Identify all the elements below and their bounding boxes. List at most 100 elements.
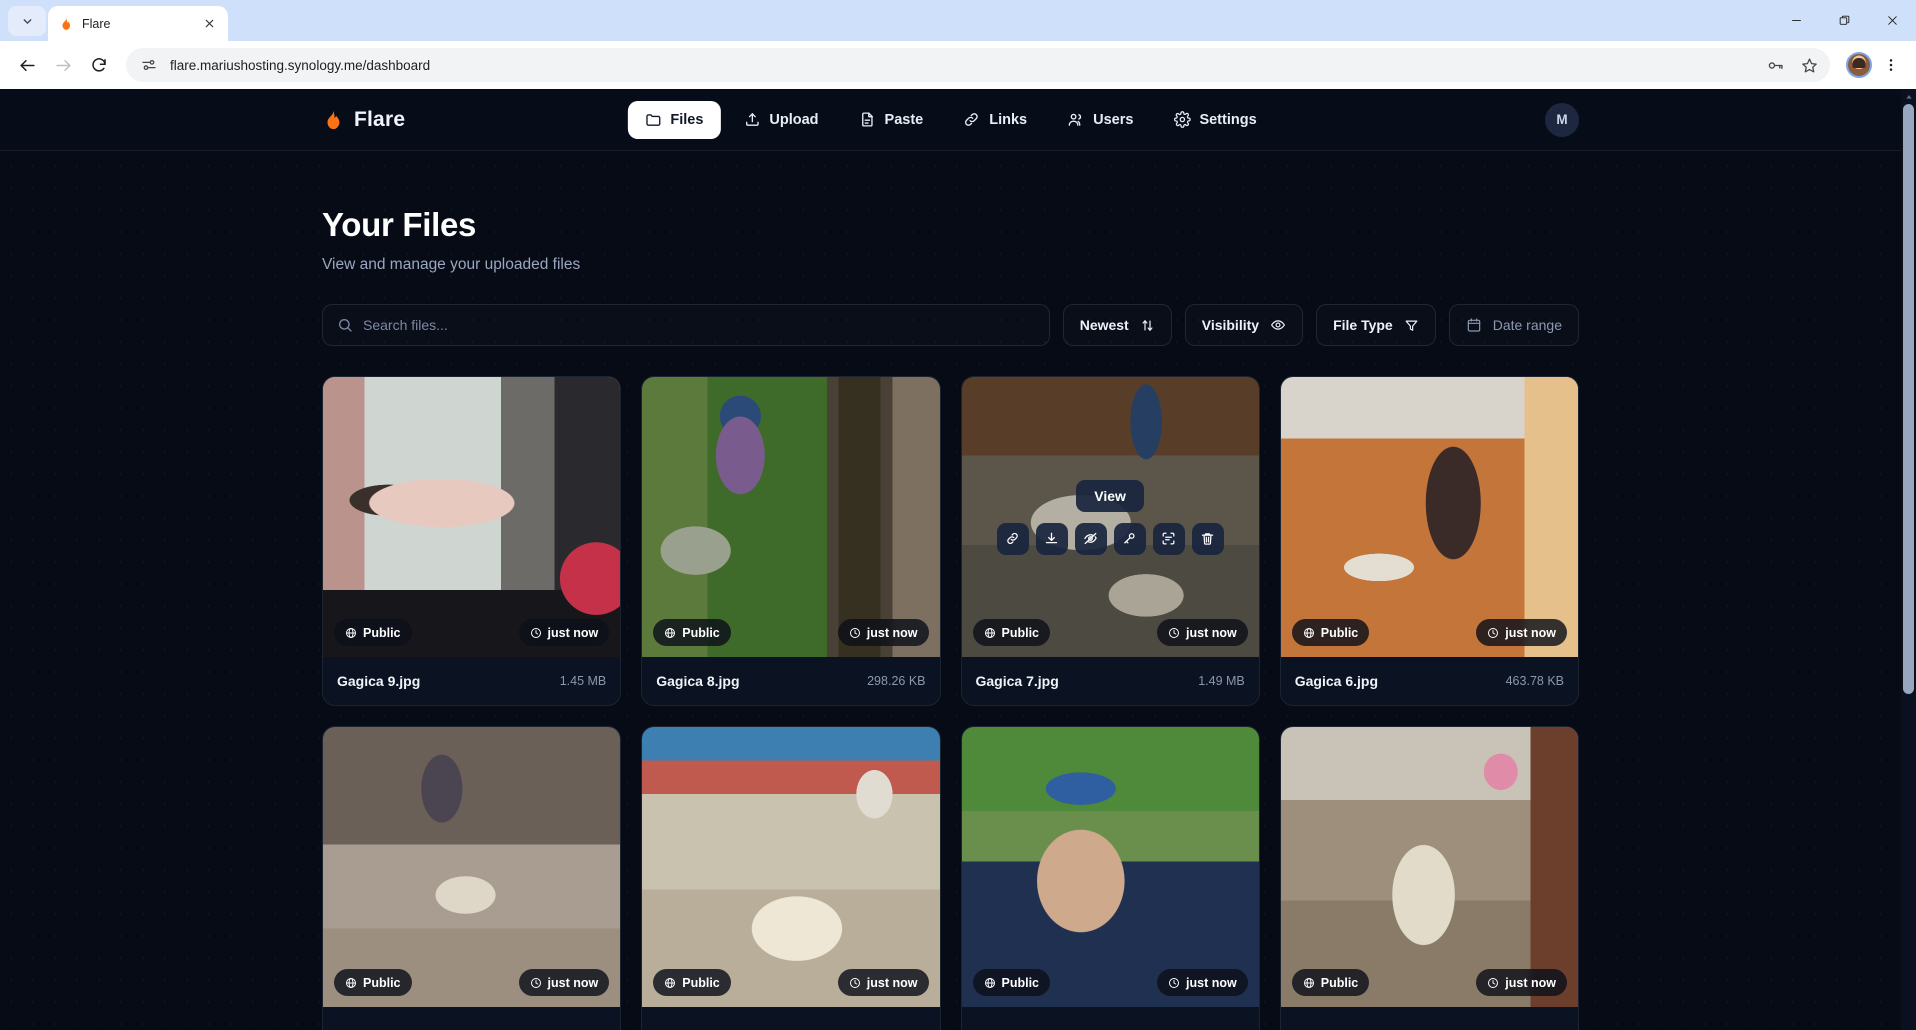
brand-name: Flare bbox=[354, 107, 406, 131]
nav-label-upload: Upload bbox=[769, 111, 819, 128]
time-badge: just now bbox=[518, 969, 610, 996]
file-card[interactable]: Public just now bbox=[322, 726, 622, 1030]
file-thumbnail[interactable]: Public just now bbox=[1280, 727, 1578, 1007]
time-text: just now bbox=[1186, 975, 1237, 990]
tab-title: Flare bbox=[82, 16, 111, 31]
file-thumbnail[interactable]: Public just now bbox=[642, 727, 940, 1007]
time-text: just now bbox=[1186, 625, 1237, 640]
sort-newest-button[interactable]: Newest bbox=[1062, 304, 1172, 346]
nav-item-paste[interactable]: Paste bbox=[842, 101, 941, 139]
file-card[interactable]: Public just now Gagica 9.jpg 1.45 MB bbox=[322, 376, 622, 706]
file-meta: Gagica 8.jpg 298.26 KB bbox=[642, 657, 939, 705]
nav-item-links[interactable]: Links bbox=[946, 101, 1044, 139]
file-type-label: File Type bbox=[1333, 317, 1393, 333]
window-minimize-button[interactable] bbox=[1772, 0, 1820, 41]
search-field[interactable] bbox=[322, 304, 1050, 346]
file-thumbnail[interactable]: Public just now bbox=[323, 377, 621, 657]
trash-icon[interactable] bbox=[1191, 522, 1224, 555]
time-badge: just now bbox=[1476, 619, 1567, 646]
file-card[interactable]: Public just now bbox=[1279, 726, 1579, 1030]
file-type-filter-button[interactable]: File Type bbox=[1316, 304, 1436, 346]
page-viewport: Flare Files Upload Paste Links Users Set… bbox=[0, 89, 1916, 1030]
visibility-badge: Public bbox=[653, 969, 731, 996]
globe-icon bbox=[664, 627, 676, 639]
back-arrow-icon[interactable] bbox=[10, 48, 44, 82]
thumbnail-overlay bbox=[1280, 377, 1578, 657]
visibility-filter-button[interactable]: Visibility bbox=[1184, 304, 1304, 346]
time-text: just now bbox=[547, 625, 599, 640]
visibility-text: Public bbox=[1320, 975, 1359, 990]
copy-link-icon[interactable] bbox=[996, 522, 1029, 555]
visibility-text: Public bbox=[682, 625, 720, 640]
visibility-text: Public bbox=[363, 625, 401, 640]
visibility-label: Visibility bbox=[1201, 317, 1260, 333]
thumbnail-overlay bbox=[323, 727, 621, 1007]
file-size: 1.49 MB bbox=[1198, 674, 1245, 688]
file-actions bbox=[996, 522, 1224, 555]
nav-item-settings[interactable]: Settings bbox=[1156, 101, 1273, 139]
visibility-text: Public bbox=[1001, 625, 1040, 640]
eye-off-icon[interactable] bbox=[1074, 522, 1107, 555]
file-thumbnail[interactable]: Public just now bbox=[961, 727, 1259, 1007]
flame-icon bbox=[322, 109, 344, 131]
file-meta bbox=[1281, 1007, 1578, 1030]
clock-icon bbox=[849, 627, 861, 639]
file-hover-overlay: View bbox=[961, 377, 1259, 657]
window-close-button[interactable] bbox=[1868, 0, 1916, 41]
page-settings-icon[interactable] bbox=[136, 52, 162, 78]
scan-text-icon[interactable] bbox=[1152, 522, 1185, 555]
search-input[interactable] bbox=[363, 317, 1035, 333]
clock-icon bbox=[530, 977, 542, 989]
brand-logo[interactable]: Flare bbox=[322, 108, 405, 132]
tab-search-button[interactable] bbox=[8, 6, 46, 36]
filter-bar: Newest Visibility File Type bbox=[322, 304, 1579, 346]
forward-arrow-icon[interactable] bbox=[46, 48, 80, 82]
window-controls bbox=[1772, 0, 1916, 41]
file-name: Gagica 9.jpg bbox=[337, 673, 421, 689]
url-text: flare.mariushosting.synology.me/dashboar… bbox=[170, 57, 431, 73]
address-bar[interactable]: flare.mariushosting.synology.me/dashboar… bbox=[126, 48, 1830, 82]
visibility-badge: Public bbox=[1291, 619, 1370, 646]
time-badge: just now bbox=[1476, 969, 1567, 996]
nav-item-files[interactable]: Files bbox=[627, 100, 721, 139]
thumbnail-overlay bbox=[323, 377, 621, 657]
file-card[interactable]: Public just now Gagica 6.jpg 463.78 KB bbox=[1279, 376, 1579, 706]
file-thumbnail[interactable]: Public just now bbox=[642, 377, 940, 657]
file-thumbnail[interactable]: Public just now bbox=[323, 727, 621, 1007]
app-nav-items: Files Upload Paste Links Users Settings bbox=[627, 100, 1273, 139]
file-thumbnail[interactable]: Public just now bbox=[1280, 377, 1578, 657]
view-button[interactable]: View bbox=[1076, 479, 1144, 512]
visibility-badge: Public bbox=[334, 619, 412, 646]
globe-icon bbox=[1303, 977, 1315, 989]
user-avatar[interactable]: M bbox=[1545, 102, 1579, 137]
scroll-up-arrow[interactable] bbox=[1901, 89, 1916, 104]
scrollbar-thumb[interactable] bbox=[1903, 104, 1914, 694]
time-badge: just now bbox=[1157, 969, 1248, 996]
clock-icon bbox=[1168, 977, 1180, 989]
key-icon[interactable] bbox=[1762, 52, 1788, 78]
time-text: just now bbox=[1505, 625, 1556, 640]
date-range-button[interactable]: Date range bbox=[1448, 304, 1579, 346]
file-card[interactable]: Public just now Gagica 8.jpg 298.26 KB bbox=[641, 376, 941, 706]
browser-tab[interactable]: Flare bbox=[48, 6, 228, 41]
file-card[interactable]: Public just now bbox=[641, 726, 941, 1030]
kebab-menu-icon[interactable] bbox=[1876, 50, 1906, 80]
key-icon[interactable] bbox=[1113, 522, 1146, 555]
reload-icon[interactable] bbox=[82, 48, 116, 82]
file-meta bbox=[642, 1007, 939, 1030]
search-icon bbox=[337, 317, 353, 333]
file-card[interactable]: Public just now bbox=[960, 726, 1260, 1030]
window-maximize-button[interactable] bbox=[1820, 0, 1868, 41]
clock-icon bbox=[849, 977, 861, 989]
nav-label-links: Links bbox=[989, 111, 1028, 128]
file-meta: Gagica 6.jpg 463.78 KB bbox=[1281, 657, 1578, 705]
file-thumbnail[interactable]: View Public just now bbox=[961, 377, 1259, 657]
download-icon[interactable] bbox=[1035, 522, 1068, 555]
tab-close-icon[interactable] bbox=[200, 15, 218, 33]
page-scrollbar[interactable] bbox=[1901, 89, 1916, 1030]
nav-item-upload[interactable]: Upload bbox=[726, 101, 835, 139]
profile-avatar-icon[interactable] bbox=[1846, 52, 1872, 78]
file-card[interactable]: View Public just now Gagica 7.jpg 1.49 M… bbox=[960, 376, 1260, 706]
star-icon[interactable] bbox=[1796, 52, 1822, 78]
nav-item-users[interactable]: Users bbox=[1050, 101, 1150, 139]
